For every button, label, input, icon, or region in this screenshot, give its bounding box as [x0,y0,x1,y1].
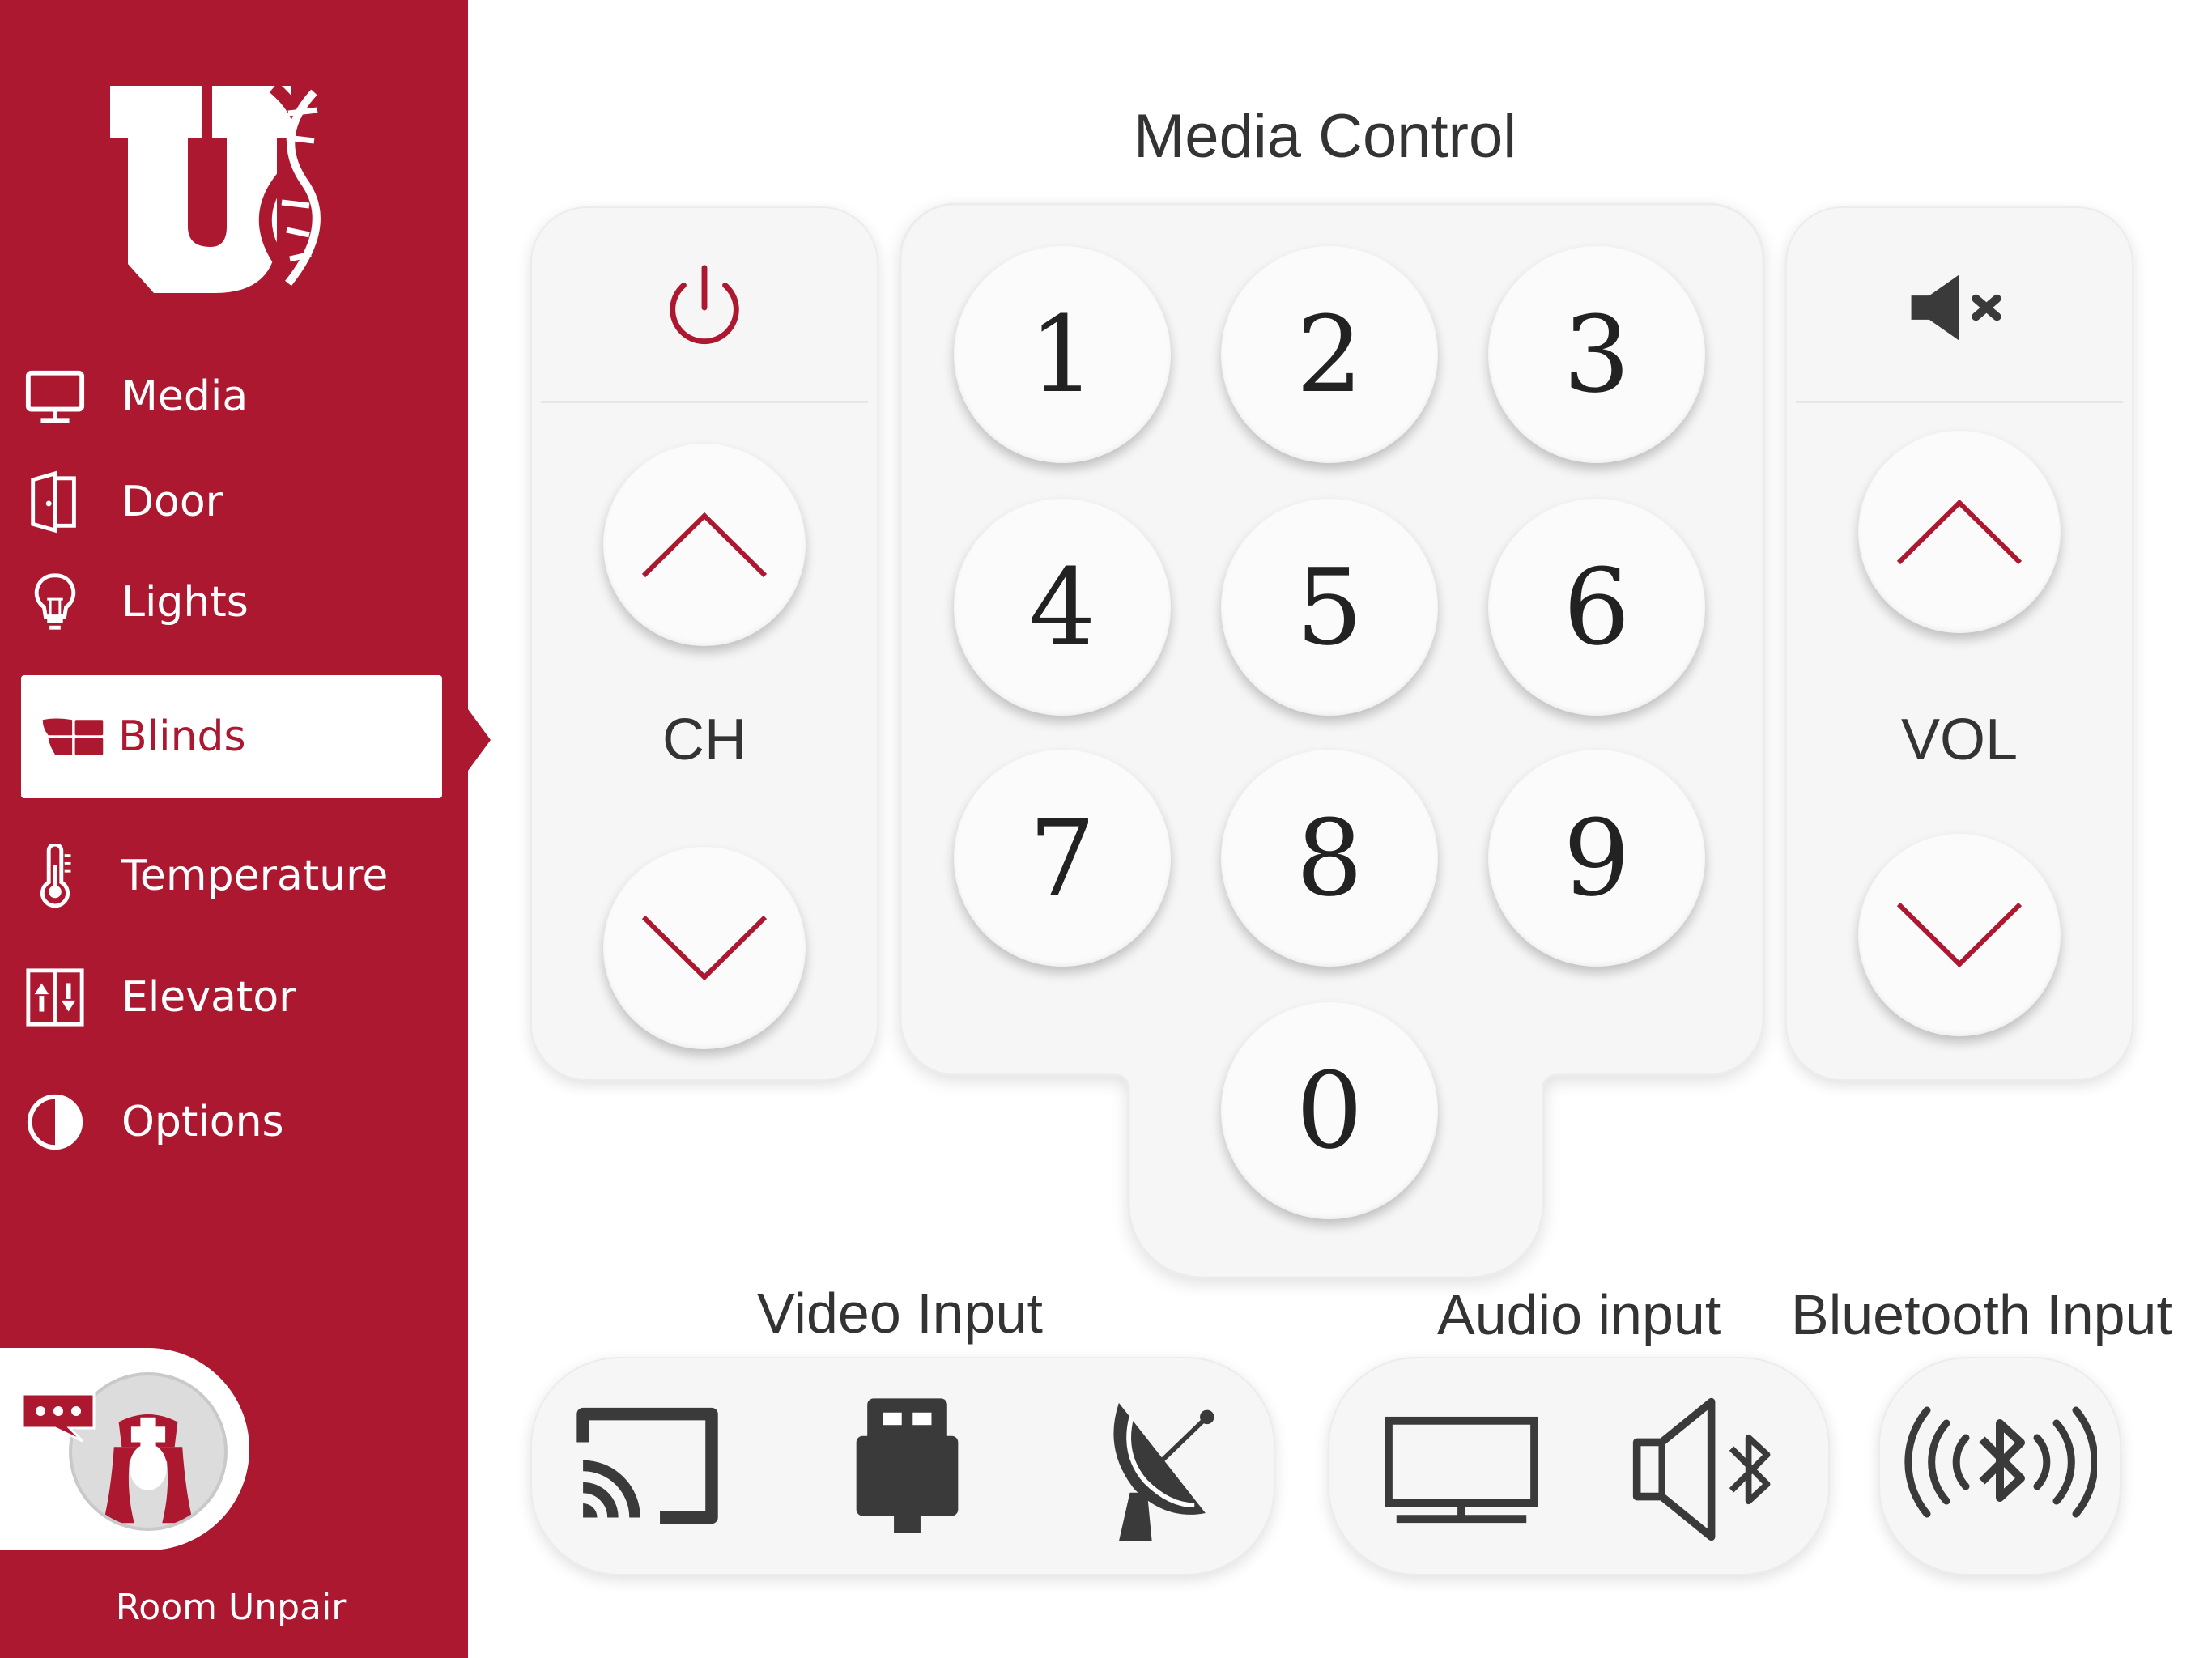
sidebar-item-lights[interactable]: Lights [21,541,442,664]
volume-label: VOL [1900,708,2018,772]
thermometer-icon [21,842,89,910]
lightbulb-icon [21,568,89,636]
chevron-up-icon [641,512,768,578]
monitor-icon [21,363,89,431]
keypad-button-3[interactable]: 3 [1488,246,1705,463]
tv-icon [1385,1416,1538,1523]
volume-up-button[interactable] [1858,431,2061,633]
sidebar-item-temperature[interactable]: Temperature [21,814,442,937]
keypad-button-4[interactable]: 4 [954,499,1171,716]
bluetooth-speaker-input-button[interactable] [1619,1388,1789,1550]
power-icon [670,265,739,345]
usb-input-button[interactable] [834,1388,980,1542]
sidebar-item-label: Media [121,372,249,421]
sidebar: Media Door Lights Blinds Temperature Ele… [0,0,491,1658]
keypad-button-8[interactable]: 8 [1221,750,1438,967]
keypad-button-5[interactable]: 5 [1221,499,1438,716]
sidebar-item-label: Temperature [121,852,389,900]
mute-button[interactable] [1796,219,2123,397]
door-icon [21,468,89,536]
channel-up-button[interactable] [603,444,806,646]
tv-audio-input-button[interactable] [1376,1401,1546,1538]
chevron-up-icon [1896,499,2023,565]
keypad-button-9[interactable]: 9 [1488,750,1705,967]
sidebar-item-label: Elevator [121,973,296,1022]
divider [541,401,868,403]
sidebar-item-label: Lights [121,578,249,627]
chevron-down-icon [641,915,768,981]
chat-bubble-icon [21,1392,96,1443]
contrast-icon [21,1088,89,1156]
keypad-button-2[interactable]: 2 [1221,246,1438,463]
sidebar-item-elevator[interactable]: Elevator [21,936,442,1059]
sidebar-item-label: Door [121,478,223,526]
usb-icon [856,1397,958,1533]
mute-icon [1911,274,2001,341]
satellite-input-button[interactable] [1077,1388,1239,1550]
divider [1796,401,2123,403]
blinds-icon [39,703,107,771]
power-button[interactable] [541,219,868,397]
keypad-button-1[interactable]: 1 [954,246,1171,463]
room-unpair-label: Room Unpair [115,1587,347,1628]
bluetooth-speaker-icon [1632,1397,1771,1541]
volume-down-button[interactable] [1858,834,2061,1036]
active-indicator [468,709,491,771]
chevron-down-icon [1896,902,2023,968]
channel-down-button[interactable] [603,847,806,1049]
keypad-button-0[interactable]: 0 [1221,1002,1438,1219]
bluetooth-input-button[interactable] [1891,1392,2109,1538]
page-title: Media Control [1134,102,1517,171]
sidebar-item-label: Options [121,1098,284,1146]
channel-label: CH [662,708,747,772]
university-logo [110,82,321,293]
video-input-title: Video Input [757,1282,1043,1345]
keypad-button-7[interactable]: 7 [954,750,1171,967]
cast-icon [576,1407,718,1524]
audio-input-title: Audio input [1437,1283,1721,1346]
cast-input-button[interactable] [567,1388,729,1542]
elevator-icon [21,963,89,1031]
bluetooth-icon [1904,1406,2097,1518]
bluetooth-input-title: Bluetooth Input [1791,1283,2172,1346]
sidebar-item-label: Blinds [118,712,246,761]
sidebar-item-blinds[interactable]: Blinds [21,675,442,798]
sidebar-item-options[interactable]: Options [21,1061,442,1184]
satellite-dish-icon [1112,1402,1214,1541]
keypad-button-6[interactable]: 6 [1488,499,1705,716]
